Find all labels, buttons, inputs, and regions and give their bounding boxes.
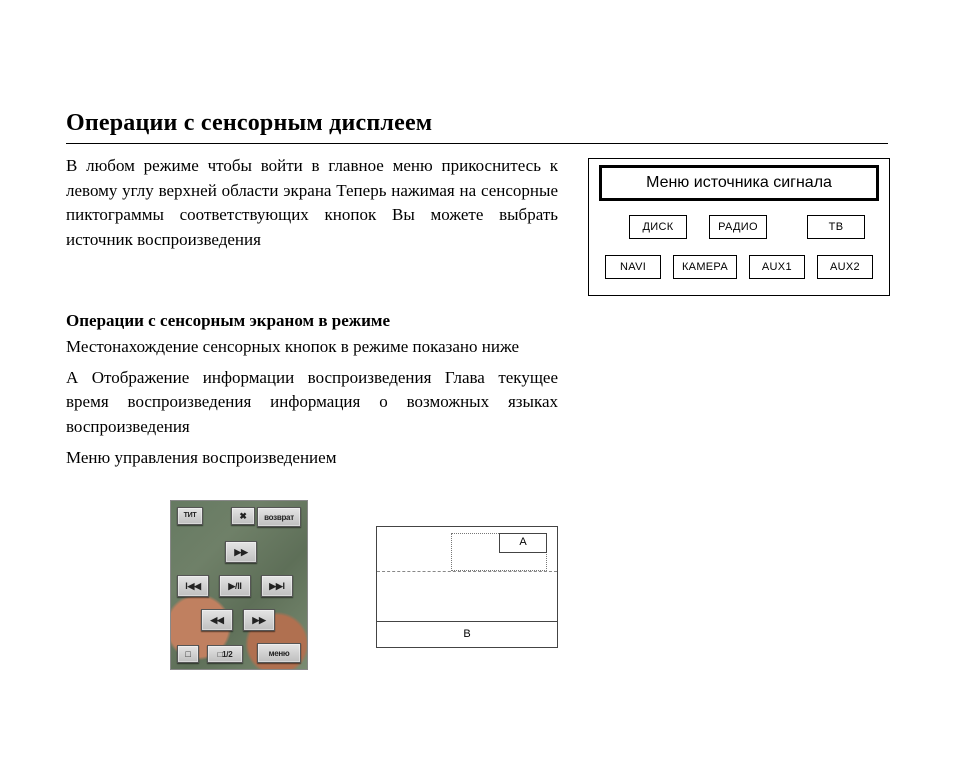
page-title: Операции с сенсорным дисплеем [66, 110, 888, 137]
rewind-button[interactable]: ◀◀ [201, 609, 233, 631]
source-row-1: ДИСК РАДИО ТВ [605, 215, 873, 239]
fast-forward-button[interactable]: ▶▶ [225, 541, 257, 563]
prev-track-button[interactable]: I◀◀ [177, 575, 209, 597]
section-heading: Операции с сенсорным экраном в режиме [66, 309, 558, 334]
region-a-outline: A [451, 533, 547, 571]
stop-button[interactable]: □ [177, 645, 199, 663]
page-half-button[interactable]: □1/2 [207, 645, 243, 663]
horizontal-rule [66, 143, 888, 144]
section-line-3: Меню управления воспроизведением [66, 446, 558, 471]
section-line-1: Местонахождение сенсорных кнопок в режим… [66, 335, 558, 360]
signal-source-menu: Меню источника сигнала ДИСК РАДИО ТВ NAV… [588, 158, 890, 296]
tools-icon[interactable]: ✖ [231, 507, 255, 525]
intro-paragraph: В любом режиме чтобы войти в главное мен… [66, 154, 558, 253]
source-tv-button[interactable]: ТВ [807, 215, 865, 239]
source-row-2: NAVI КАМЕРА AUX1 AUX2 [605, 255, 873, 279]
next-track-button[interactable]: ▶▶I [261, 575, 293, 597]
source-aux1-button[interactable]: AUX1 [749, 255, 805, 279]
forward-button[interactable]: ▶▶ [243, 609, 275, 631]
menu-button[interactable]: меню [257, 643, 301, 663]
region-b-label: B [376, 621, 558, 648]
signal-source-menu-title: Меню источника сигнала [599, 165, 879, 201]
source-disc-button[interactable]: ДИСК [629, 215, 687, 239]
body-text: В любом режиме чтобы войти в главное мен… [66, 154, 558, 670]
region-a-label: A [499, 533, 547, 553]
section-line-2: А Отображение информации воспроизведения… [66, 366, 558, 440]
source-camera-button[interactable]: КАМЕРА [673, 255, 737, 279]
region-divider-dashed [377, 571, 557, 572]
source-radio-button[interactable]: РАДИО [709, 215, 767, 239]
source-aux2-button[interactable]: AUX2 [817, 255, 873, 279]
title-button[interactable]: ТИТ [177, 507, 203, 525]
play-pause-button[interactable]: ▶/II [219, 575, 251, 597]
screen-regions-diagram: A B [376, 526, 558, 648]
source-navi-button[interactable]: NAVI [605, 255, 661, 279]
return-button[interactable]: возврат [257, 507, 301, 527]
playback-control-panel: ТИТ ✖ возврат ▶▶ I◀◀ ▶/II ▶▶I ◀◀ ▶▶ □ □1… [170, 500, 308, 670]
